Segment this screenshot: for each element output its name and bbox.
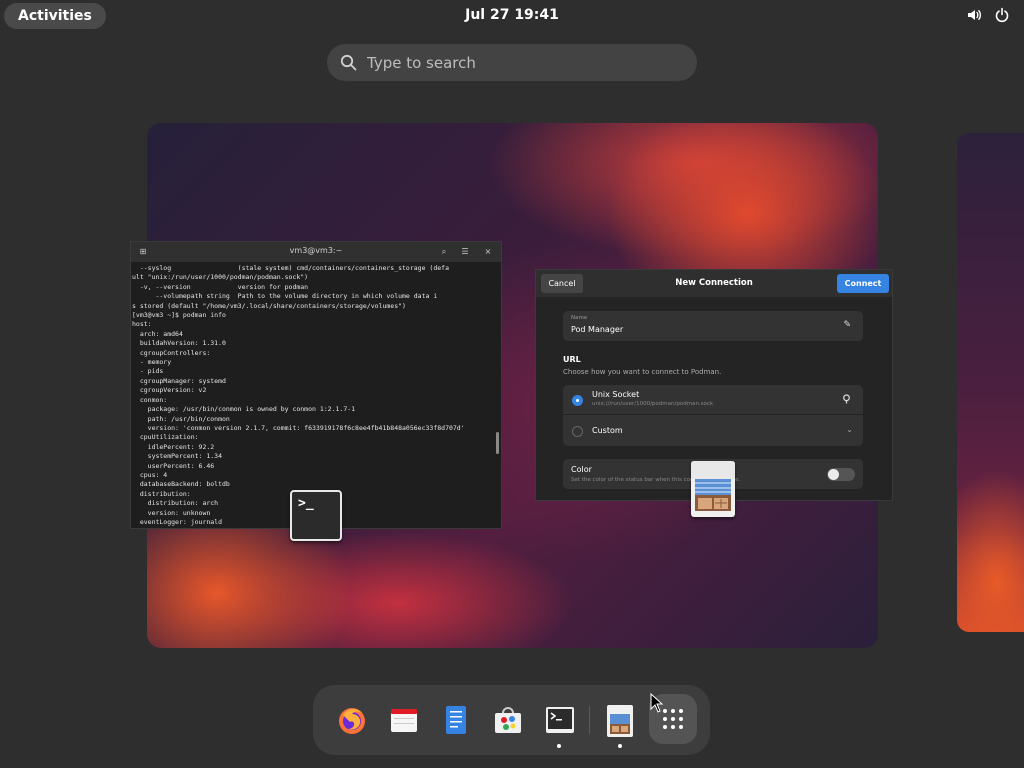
terminal-line: cgroupControllers: (132, 348, 211, 357)
search-input[interactable] (367, 44, 687, 81)
show-apps-icon (663, 709, 683, 729)
option-custom[interactable]: Custom ⌄ (563, 416, 863, 446)
search-bar[interactable] (327, 44, 697, 81)
connect-button[interactable]: Connect (837, 274, 889, 293)
name-field-value[interactable]: Pod Manager (571, 325, 623, 334)
url-section-subtitle: Choose how you want to connect to Podman… (563, 368, 722, 376)
dock-terminal[interactable] (535, 685, 583, 755)
custom-label: Custom (592, 426, 623, 435)
clock-label[interactable]: Jul 27 19:41 (465, 7, 559, 23)
clock: Jul 27 19:41 (0, 7, 1024, 23)
terminal-prompt-icon: >_ (298, 496, 314, 511)
custom-radio[interactable] (572, 426, 583, 437)
color-toggle[interactable] (827, 468, 855, 481)
terminal-line: - memory (132, 358, 172, 367)
firefox-icon (339, 708, 365, 734)
option-unix-socket[interactable]: Unix Socket unix:///run/user/1000/podman… (563, 385, 863, 415)
terminal-line: -v, --version version for podman (132, 282, 309, 291)
terminal-line: conmon: (132, 395, 168, 404)
dock-calendar[interactable] (379, 685, 427, 755)
terminal-icon (546, 707, 574, 733)
terminal-line: cgroupVersion: v2 (132, 386, 207, 395)
unix-socket-radio[interactable] (572, 395, 583, 406)
terminal-line: cpuUtilization: (132, 433, 199, 442)
next-workspace-thumbnail[interactable] (957, 133, 1024, 632)
software-icon (495, 707, 521, 733)
running-indicator (618, 744, 622, 748)
mouse-cursor-icon (650, 693, 664, 713)
url-section-title: URL (563, 355, 581, 364)
terminal-line: --syslog (stale system) cmd/containers/c… (132, 264, 449, 272)
terminal-line: path: /usr/bin/conmon (132, 414, 230, 423)
terminal-window[interactable]: ⊞ vm3@vm3:~ ⌕ ☰ × --syslog (stale system… (130, 241, 502, 529)
terminal-line: idlePercent: 92.2 (132, 442, 215, 451)
dock-separator (589, 706, 590, 734)
top-bar: Activities Jul 27 19:41 (0, 0, 1024, 32)
podman-app-icon (607, 705, 633, 737)
system-menu[interactable] (966, 7, 1010, 23)
terminal-line: userPercent: 6.46 (132, 461, 215, 470)
text-editor-icon (446, 706, 466, 734)
terminal-output[interactable]: --syslog (stale system) cmd/containers/c… (131, 262, 501, 528)
name-field[interactable]: Name Pod Manager ✎ (563, 311, 863, 341)
terminal-line: package: /usr/bin/conmon is owned by con… (132, 405, 356, 414)
terminal-app-icon[interactable]: >_ (290, 490, 342, 541)
url-options: Unix Socket unix:///run/user/1000/podman… (563, 385, 863, 446)
terminal-line: ult "unix:/run/user/1000/podman/podman.s… (132, 273, 309, 282)
name-field-label: Name (571, 315, 588, 321)
color-label: Color (571, 465, 592, 474)
terminal-line: version: 'conmon version 2.1.7, commit: … (132, 423, 465, 432)
search-icon[interactable]: ⌕ (439, 247, 449, 257)
terminal-header: ⊞ vm3@vm3:~ ⌕ ☰ × (131, 242, 501, 262)
podman-app-thumbnail[interactable] (691, 461, 735, 517)
activities-button[interactable]: Activities (4, 3, 106, 29)
dialog-header: Cancel New Connection Connect (536, 270, 892, 297)
power-icon[interactable] (994, 7, 1010, 23)
edit-icon[interactable]: ✎ (843, 320, 851, 330)
chevron-down-icon[interactable]: ⌄ (846, 425, 853, 434)
terminal-line: cpus: 4 (132, 470, 168, 479)
dock-podman[interactable] (596, 685, 644, 755)
terminal-line: cgroupManager: systemd (132, 376, 226, 385)
location-pin-icon[interactable] (842, 394, 851, 407)
terminal-line: s stored (default "/home/vm3/.local/shar… (132, 301, 406, 310)
calendar-icon (391, 709, 417, 732)
dock-firefox[interactable] (327, 685, 375, 755)
volume-icon[interactable] (966, 7, 982, 23)
terminal-line: buildahVersion: 1.31.0 (132, 339, 226, 348)
search-icon (340, 54, 357, 71)
terminal-line: --volumepath string Path to the volume d… (132, 292, 438, 301)
dock-software[interactable] (483, 685, 531, 755)
close-icon[interactable]: × (483, 247, 493, 257)
terminal-line: arch: amd64 (132, 329, 183, 338)
menu-icon[interactable]: ☰ (460, 247, 470, 257)
terminal-line: - pids (132, 367, 164, 376)
unix-socket-path: unix:///run/user/1000/podman/podman.sock (592, 401, 714, 407)
dock-text-editor[interactable] (431, 685, 479, 755)
terminal-line: databaseBackend: boltdb (132, 480, 230, 489)
terminal-line: systemPercent: 1.34 (132, 452, 223, 461)
terminal-line: host: (132, 320, 152, 329)
terminal-line: [vm3@vm3 ~]$ podman info (132, 311, 226, 320)
terminal-scrollbar[interactable] (496, 432, 499, 454)
running-indicator (557, 744, 561, 748)
unix-socket-label: Unix Socket (592, 390, 640, 399)
